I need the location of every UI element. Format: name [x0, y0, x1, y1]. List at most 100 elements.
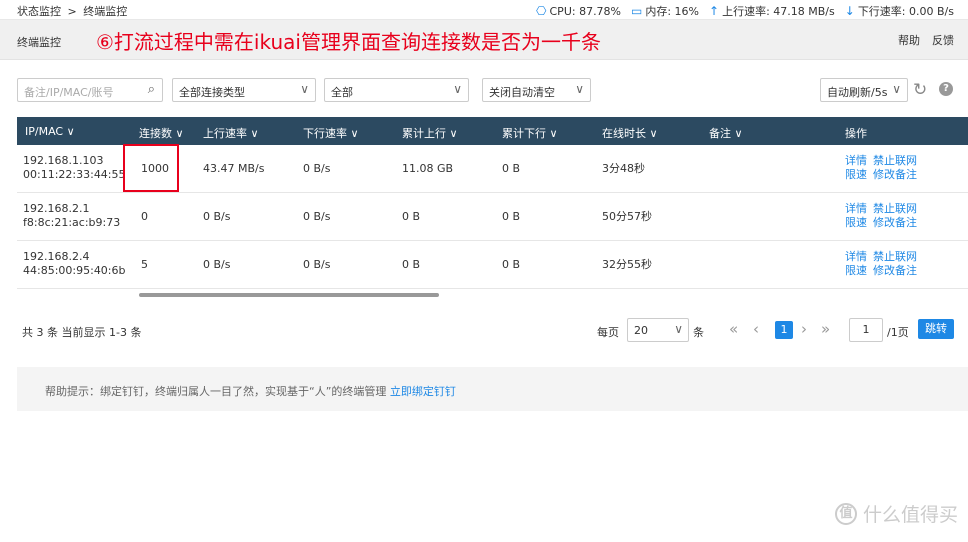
ip-address: 192.168.2.1	[23, 202, 90, 215]
page-header: 终端监控 ⑥打流过程中需在ikuai管理界面查询连接数是否为一千条 帮助 反馈	[0, 20, 968, 60]
rate-limit-link[interactable]: 限速	[845, 264, 867, 278]
column-header-online-time[interactable]: 在线时长 ∨	[602, 125, 658, 141]
total-upload: 0 B	[402, 258, 421, 271]
download-rate: 0 B/s	[303, 162, 331, 175]
column-header-ipmac[interactable]: IP/MAC ∨	[25, 125, 75, 138]
upload-arrow-icon: ↑	[709, 4, 720, 18]
upload-rate: 0 B/s	[203, 258, 231, 271]
block-network-link[interactable]: 禁止联网	[873, 202, 917, 216]
search-input[interactable]: 备注/IP/MAC/账号 ⌕	[17, 78, 163, 102]
details-link[interactable]: 详情	[845, 250, 867, 264]
scope-select[interactable]: 全部 ∨	[324, 78, 469, 102]
ip-mac-cell: 192.168.1.103 00:11:22:33:44:55	[23, 154, 126, 182]
connection-count: 5	[141, 258, 148, 271]
jump-button[interactable]: 跳转	[918, 319, 954, 339]
edit-note-link[interactable]: 修改备注	[873, 216, 917, 230]
ip-mac-cell: 192.168.2.1 f8:8c:21:ac:b9:73	[23, 202, 120, 230]
search-icon[interactable]: ⌕	[148, 82, 155, 97]
column-header-total-download[interactable]: 累计下行 ∨	[502, 125, 558, 141]
row-actions: 详情 禁止联网 限速 修改备注	[845, 250, 923, 278]
connection-count: 0	[141, 210, 148, 223]
download-rate: 0 B/s	[303, 210, 331, 223]
download-rate-stat: ↓ 下行速率: 0.00 B/s	[845, 3, 954, 19]
chevron-down-icon: ∨	[892, 82, 901, 96]
search-placeholder: 备注/IP/MAC/账号	[24, 86, 114, 99]
page-jump-input[interactable]: 1	[849, 318, 883, 342]
chevron-down-icon: ∨	[575, 82, 584, 96]
column-header-actions: 操作	[845, 127, 867, 140]
column-header-download-rate[interactable]: 下行速率 ∨	[303, 125, 359, 141]
prev-page-icon[interactable]: ‹	[753, 320, 759, 338]
total-download: 0 B	[502, 258, 521, 271]
mac-address: f8:8c:21:ac:b9:73	[23, 216, 121, 229]
online-time: 3分48秒	[602, 162, 645, 175]
cpu-icon: ⎔	[536, 4, 547, 18]
annotation-highlight-box	[123, 144, 179, 192]
row-actions: 详情 禁止联网 限速 修改备注	[845, 202, 923, 230]
column-header-total-upload[interactable]: 累计上行 ∨	[402, 125, 458, 141]
details-link[interactable]: 详情	[845, 154, 867, 168]
help-tip-text: 帮助提示：绑定钉钉，终端归属人一目了然，实现基于“人”的终端管理	[45, 385, 387, 398]
block-network-link[interactable]: 禁止联网	[873, 154, 917, 168]
last-page-icon[interactable]: »	[821, 320, 830, 338]
next-page-icon[interactable]: ›	[801, 320, 807, 338]
column-header-connections[interactable]: 连接数 ∨	[139, 125, 184, 141]
block-network-link[interactable]: 禁止联网	[873, 250, 917, 264]
auto-refresh-select[interactable]: 自动刷新/5s ∨	[820, 78, 908, 102]
breadcrumb-separator: >	[67, 5, 77, 18]
edit-note-link[interactable]: 修改备注	[873, 168, 917, 182]
first-page-icon[interactable]: «	[729, 320, 738, 338]
per-page-label: 每页	[597, 326, 619, 339]
edit-note-link[interactable]: 修改备注	[873, 264, 917, 278]
download-rate-value: 下行速率: 0.00 B/s	[857, 5, 954, 18]
chevron-down-icon: ∨	[453, 82, 462, 96]
row-actions: 详情 禁止联网 限速 修改备注	[845, 154, 923, 182]
top-bar: 状态监控 > 终端监控 ⎔ CPU: 87.78% ▭ 内存: 16% ↑ 上行…	[0, 0, 968, 20]
watermark: 值 什么值得买	[834, 500, 958, 527]
mac-address: 44:85:00:95:40:6b	[23, 264, 126, 277]
details-link[interactable]: 详情	[845, 202, 867, 216]
ip-mac-cell: 192.168.2.4 44:85:00:95:40:6b	[23, 250, 126, 278]
breadcrumb-item-terminal: 终端监控	[83, 5, 128, 18]
per-page-select[interactable]: 20 ∨	[627, 318, 689, 342]
refresh-icon[interactable]: ↻	[913, 80, 927, 100]
help-link[interactable]: 帮助	[898, 32, 920, 48]
auto-clear-select[interactable]: 关闭自动清空 ∨	[482, 78, 591, 102]
memory-icon: ▭	[631, 4, 643, 18]
column-header-upload-rate[interactable]: 上行速率 ∨	[203, 125, 259, 141]
memory-value: 内存: 16%	[645, 5, 700, 18]
pagination: 共 3 条 当前显示 1-3 条 每页 20 ∨ 条 « ‹ 1 › » 1 /…	[17, 318, 957, 342]
memory-stat: ▭ 内存: 16%	[631, 3, 699, 19]
horizontal-scrollbar[interactable]	[139, 293, 439, 297]
current-page-button[interactable]: 1	[775, 321, 793, 339]
header-links: 帮助 反馈	[898, 32, 954, 48]
download-rate: 0 B/s	[303, 258, 331, 271]
total-upload: 11.08 GB	[402, 162, 454, 175]
table-header: IP/MAC ∨ 连接数 ∨ 上行速率 ∨ 下行速率 ∨ 累计上行 ∨ 累计下行…	[17, 117, 968, 145]
upload-rate: 0 B/s	[203, 210, 231, 223]
help-icon[interactable]: ?	[939, 82, 953, 96]
breadcrumb-item-status[interactable]: 状态监控	[17, 5, 61, 18]
feedback-link[interactable]: 反馈	[932, 32, 954, 48]
total-upload: 0 B	[402, 210, 421, 223]
rate-limit-link[interactable]: 限速	[845, 168, 867, 182]
connection-type-value: 全部连接类型	[179, 86, 245, 99]
record-count: 共 3 条 当前显示 1-3 条	[22, 326, 142, 339]
rate-limit-link[interactable]: 限速	[845, 216, 867, 230]
column-header-note[interactable]: 备注 ∨	[709, 125, 743, 141]
cpu-value: CPU: 87.78%	[549, 4, 622, 18]
scope-value: 全部	[331, 86, 353, 99]
mac-address: 00:11:22:33:44:55	[23, 168, 126, 181]
total-download: 0 B	[502, 210, 521, 223]
terminal-table: IP/MAC ∨ 连接数 ∨ 上行速率 ∨ 下行速率 ∨ 累计上行 ∨ 累计下行…	[17, 117, 968, 289]
connection-type-select[interactable]: 全部连接类型 ∨	[172, 78, 316, 102]
online-time: 32分55秒	[602, 258, 652, 271]
auto-clear-value: 关闭自动清空	[489, 86, 555, 99]
total-download: 0 B	[502, 162, 521, 175]
ip-address: 192.168.2.4	[23, 250, 90, 263]
table-row: 192.168.2.4 44:85:00:95:40:6b 5 0 B/s 0 …	[17, 241, 968, 289]
cpu-stat: ⎔ CPU: 87.78%	[536, 5, 621, 18]
bind-dingtalk-link[interactable]: 立即绑定钉钉	[390, 385, 456, 398]
table-row: 192.168.2.1 f8:8c:21:ac:b9:73 0 0 B/s 0 …	[17, 193, 968, 241]
online-time: 50分57秒	[602, 210, 652, 223]
